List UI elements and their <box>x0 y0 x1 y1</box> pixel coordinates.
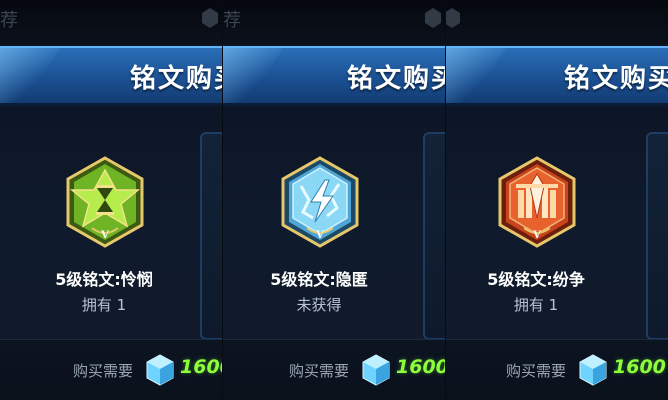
rune-owned-status: 未获得 <box>296 296 342 314</box>
red-shield-rune-icon[interactable]: V <box>496 156 578 248</box>
panel-title: 铭文购买 <box>347 64 445 94</box>
top-glyph: 荐 <box>0 10 18 31</box>
green-star-rune-icon[interactable]: V <box>64 156 146 248</box>
game-logo-icon <box>446 8 460 28</box>
rune-owned-status: 拥有 1 <box>81 296 127 314</box>
adjacent-card-edge[interactable] <box>646 132 668 340</box>
rune-level-text: V <box>100 230 109 241</box>
panel-header: 铭文购买 <box>223 46 445 106</box>
adjacent-card-edge[interactable] <box>423 132 445 340</box>
rune-name: 5级铭文:怜悯 <box>55 270 153 289</box>
rune-name: 5级铭文:隐匿 <box>270 270 368 289</box>
diamond-crystal-icon <box>146 354 174 386</box>
panel-title: 铭文购买 <box>130 64 222 94</box>
top-glyph: 荐 <box>223 10 241 31</box>
purchase-footer[interactable]: 购买需要 1600 <box>0 339 222 400</box>
rune-level-text: V <box>532 230 541 241</box>
price-value: 1600 <box>613 356 666 378</box>
rune-name: 5级铭文:纷争 <box>487 270 585 289</box>
adjacent-card-edge[interactable] <box>200 132 222 340</box>
top-strip <box>446 0 668 44</box>
panel-title: 铭文购买 <box>564 64 668 94</box>
rune-purchase-panel: 铭文购买 V 5级铭文:纷争 拥有 1 购买需要 1600 <box>446 0 668 400</box>
purchase-footer[interactable]: 购买需要 1600 <box>446 339 668 400</box>
diamond-crystal-icon <box>362 354 390 386</box>
buy-cost-label: 购买需要 <box>506 362 567 380</box>
buy-cost-label: 购买需要 <box>289 362 350 380</box>
top-strip: 荐 <box>0 0 222 44</box>
game-logo-icon <box>425 8 441 28</box>
panel-header: 铭文购买 <box>0 46 222 106</box>
rune-owned-status: 拥有 1 <box>513 296 559 314</box>
purchase-footer[interactable]: 购买需要 1600 <box>223 339 445 400</box>
rune-level-text: V <box>315 230 324 241</box>
price-value: 1600 <box>396 356 445 378</box>
diamond-crystal-icon <box>579 354 607 386</box>
rune-purchase-panel: 荐 铭文购买 V 5级铭文:隐匿 未获得 购买需要 1600 <box>223 0 445 400</box>
game-logo-icon <box>202 8 218 28</box>
price-value: 1600 <box>180 356 222 378</box>
buy-cost-label: 购买需要 <box>73 362 134 380</box>
panel-header: 铭文购买 <box>446 46 668 106</box>
blue-lightning-rune-icon[interactable]: V <box>279 156 361 248</box>
rune-purchase-panel: 荐 铭文购买 V 5级铭文:怜悯 拥有 1 购买需要 1600 <box>0 0 222 400</box>
top-strip: 荐 <box>223 0 445 44</box>
